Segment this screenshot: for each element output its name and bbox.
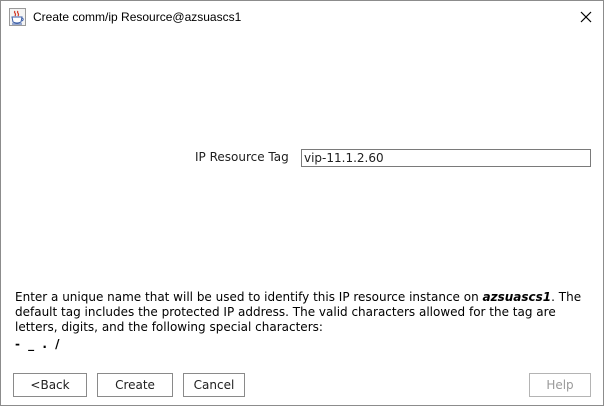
cancel-button[interactable]: Cancel <box>183 373 245 397</box>
dialog-window: Create comm/ip Resource@azsuascs1 IP Res… <box>0 0 604 406</box>
dialog-content: IP Resource Tag Enter a unique name that… <box>1 33 603 405</box>
title-bar[interactable]: Create comm/ip Resource@azsuascs1 <box>1 1 603 33</box>
close-icon[interactable] <box>571 5 601 29</box>
special-characters: - _ . / <box>15 337 62 351</box>
create-button[interactable]: Create <box>97 373 173 397</box>
help-text-host: azsuascs1 <box>482 290 552 304</box>
ip-resource-tag-label: IP Resource Tag <box>195 150 289 164</box>
ip-resource-tag-input[interactable] <box>301 149 591 167</box>
window-title: Create comm/ip Resource@azsuascs1 <box>33 10 242 24</box>
java-cup-icon <box>9 8 26 26</box>
help-button[interactable]: Help <box>529 373 591 397</box>
help-text: Enter a unique name that will be used to… <box>15 290 593 335</box>
help-text-intro: Enter a unique name that will be used to… <box>15 290 483 304</box>
back-button[interactable]: <Back <box>13 373 87 397</box>
